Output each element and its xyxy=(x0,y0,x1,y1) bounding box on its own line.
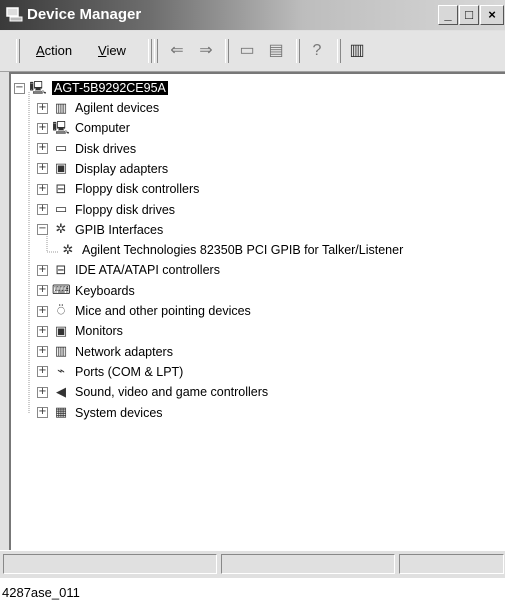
network-adapter-icon: ▥ xyxy=(54,344,68,360)
menu-toolbar: Action View ⇐ ⇒ ▭ ▤ ? ▥ xyxy=(0,31,505,72)
window-title: Device Manager xyxy=(27,6,142,23)
tree-item-label: Ports (COM & LPT) xyxy=(75,364,184,379)
gpib-icon: ✲ xyxy=(55,222,67,238)
tree-category[interactable]: + ▥ Network adapters xyxy=(37,342,173,362)
folder-icon[interactable]: ▭ xyxy=(236,41,258,61)
sound-icon: ◀ xyxy=(56,384,66,400)
device-manager-window: Device Manager _ □ × Action View ⇐ ⇒ ▭ ▤… xyxy=(0,0,505,578)
port-icon: ⌁ xyxy=(57,364,65,380)
tree-item-label: Agilent Technologies 82350B PCI GPIB for… xyxy=(82,243,404,258)
menu-view[interactable]: View xyxy=(98,43,126,58)
keyboard-icon: ⌨ xyxy=(52,283,71,299)
tree-category[interactable]: + 🖳 Computer xyxy=(37,118,130,138)
tree-item-label: Floppy disk controllers xyxy=(75,182,200,197)
close-button[interactable]: × xyxy=(480,5,504,25)
tree-category[interactable]: + ◀ Sound, video and game controllers xyxy=(37,382,268,402)
floppy-drive-icon: ▭ xyxy=(54,202,68,217)
computer-root-icon: 🖳 xyxy=(29,80,47,96)
expand-icon[interactable]: + xyxy=(37,102,48,114)
toolbar-grip[interactable] xyxy=(16,39,20,63)
tree-category[interactable]: + ▭ Disk drives xyxy=(37,139,136,159)
tree-child-item[interactable]: ✲ Agilent Technologies 82350B PCI GPIB fo… xyxy=(59,240,404,260)
expand-icon[interactable]: + xyxy=(37,204,48,215)
status-pane-2 xyxy=(221,554,395,574)
title-bar[interactable]: Device Manager _ □ × xyxy=(0,0,505,30)
tree-item-label: Computer xyxy=(75,121,130,136)
display-adapter-icon: ▣ xyxy=(54,161,68,177)
help-icon[interactable]: ? xyxy=(306,41,328,61)
tree-item-label: GPIB Interfaces xyxy=(75,222,164,237)
forward-arrow-icon[interactable]: ⇒ xyxy=(195,41,217,61)
tree-item-label: Monitors xyxy=(75,324,123,339)
expand-icon[interactable]: + xyxy=(37,305,48,317)
toolbar-separator xyxy=(225,39,229,63)
minimize-button[interactable]: _ xyxy=(438,5,458,25)
tree-category[interactable]: + ▭ Floppy disk drives xyxy=(37,200,175,220)
tree-item-label: System devices xyxy=(75,405,163,420)
maximize-button[interactable]: □ xyxy=(459,5,479,25)
figure-caption: 4287ase_011 xyxy=(2,585,80,600)
expand-icon[interactable]: + xyxy=(37,346,48,358)
tree-item-label: Sound, video and game controllers xyxy=(75,385,269,400)
device-tree[interactable]: − 🖳 AGT-5B9292CE95A + ▥ Agilent devices + 🖳 C… xyxy=(9,72,505,550)
tree-item-label: Mice and other pointing devices xyxy=(75,304,251,318)
toolbar-separator xyxy=(154,39,158,63)
monitor-icon: ▣ xyxy=(54,323,68,339)
tree-category[interactable]: + ▣ Display adapters xyxy=(37,159,168,179)
tree-category[interactable]: − ✲ GPIB Interfaces xyxy=(37,220,163,240)
mouse-icon: ⍥ xyxy=(57,303,65,319)
status-bar xyxy=(0,550,505,575)
expand-icon[interactable]: + xyxy=(37,386,48,398)
expand-icon[interactable]: + xyxy=(37,407,48,418)
toolbar-separator xyxy=(337,39,341,63)
properties-icon[interactable]: ▤ xyxy=(265,41,287,61)
tree-category[interactable]: + ▣ Monitors xyxy=(37,321,123,341)
expand-icon[interactable]: + xyxy=(37,285,48,297)
tree-category[interactable]: + ⍥ Mice and other pointing devices xyxy=(37,301,251,321)
tree-root-label: AGT-5B9292CE95A xyxy=(52,81,168,95)
tree-category[interactable]: + ▥ Agilent devices xyxy=(37,98,159,118)
tree-item-label: Network adapters xyxy=(75,344,173,359)
status-pane-1 xyxy=(3,554,217,574)
collapse-icon[interactable]: − xyxy=(37,224,48,236)
expand-icon[interactable]: + xyxy=(37,143,48,155)
tree-item-label: Agilent devices xyxy=(75,101,160,115)
expand-icon[interactable]: + xyxy=(37,325,48,337)
tree-item-label: Display adapters xyxy=(75,161,169,176)
tree-category[interactable]: + ⊟ IDE ATA/ATAPI controllers xyxy=(37,260,220,280)
tree-item-label: Floppy disk drives xyxy=(75,202,176,217)
tree-category[interactable]: + ⊟ Floppy disk controllers xyxy=(37,179,199,199)
tree-category[interactable]: + ▦ System devices xyxy=(37,403,163,423)
computer-icon: 🖳 xyxy=(52,120,70,136)
expand-icon[interactable]: + xyxy=(37,183,48,195)
toolbar-separator xyxy=(148,39,152,63)
system-device-icon: ▦ xyxy=(54,405,68,420)
expand-icon[interactable]: + xyxy=(37,366,48,378)
ide-controller-icon: ⊟ xyxy=(55,262,67,278)
tree-root[interactable]: − 🖳 AGT-5B9292CE95A xyxy=(14,78,168,98)
tree-item-label: IDE ATA/ATAPI controllers xyxy=(75,263,220,278)
collapse-root-icon[interactable]: − xyxy=(14,82,25,94)
tree-category[interactable]: + ⌨ Keyboards xyxy=(37,281,135,301)
toolbar-separator xyxy=(296,39,300,63)
disk-drive-icon: ▭ xyxy=(54,141,68,157)
scan-hardware-icon[interactable]: ▥ xyxy=(346,41,368,61)
tree-item-label: Keyboards xyxy=(75,283,135,298)
agilent-device-icon: ▥ xyxy=(54,100,68,116)
floppy-controller-icon: ⊟ xyxy=(55,181,67,197)
gpib-device-icon: ✲ xyxy=(62,242,74,258)
menu-action[interactable]: Action xyxy=(36,43,72,58)
status-pane-3 xyxy=(399,554,504,574)
back-arrow-icon[interactable]: ⇐ xyxy=(166,41,188,61)
expand-icon[interactable]: + xyxy=(37,163,48,175)
expand-icon[interactable]: + xyxy=(37,264,48,276)
expand-icon[interactable]: + xyxy=(37,122,48,134)
device-manager-icon xyxy=(6,7,23,22)
tree-category[interactable]: + ⌁ Ports (COM & LPT) xyxy=(37,362,183,382)
tree-item-label: Disk drives xyxy=(75,141,137,156)
